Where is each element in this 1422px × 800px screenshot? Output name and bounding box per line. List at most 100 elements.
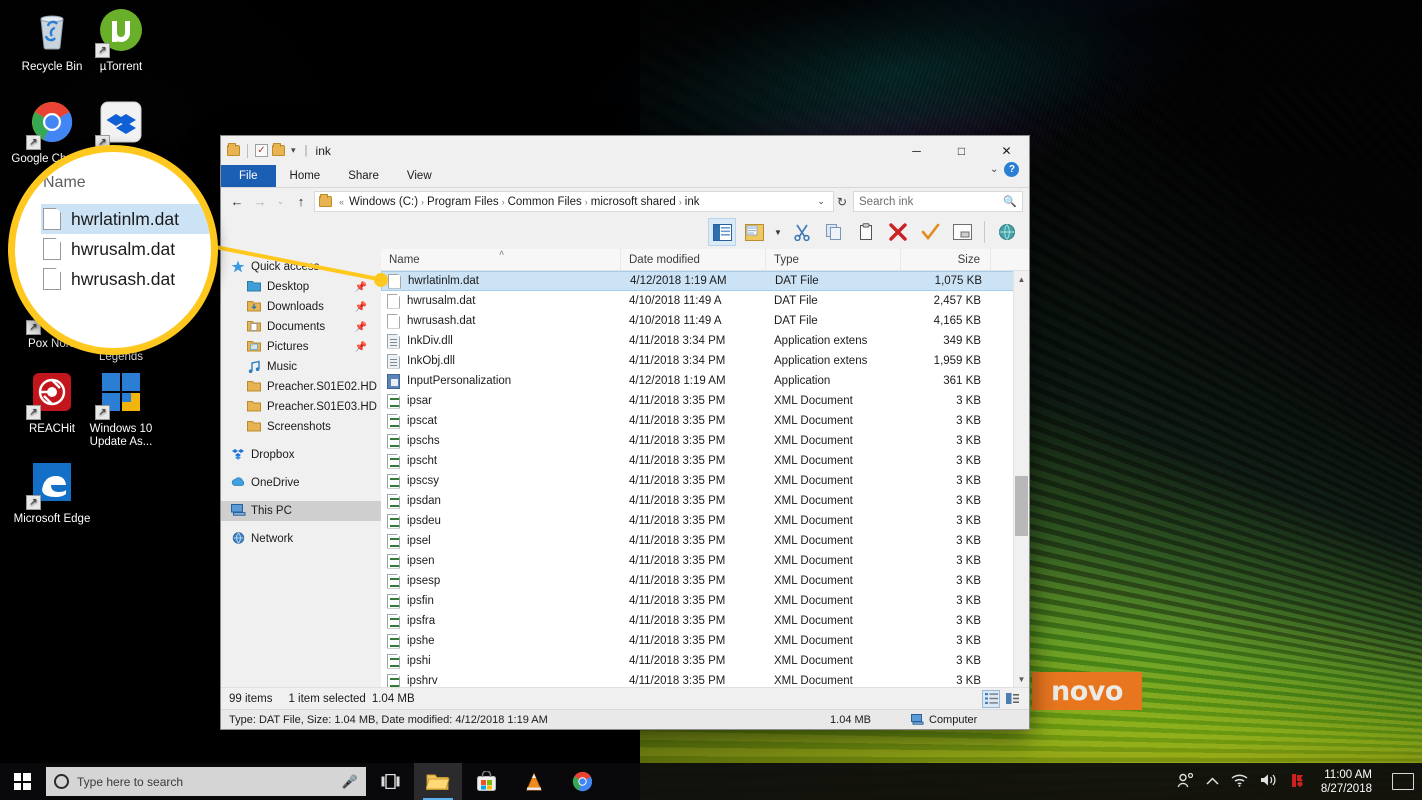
nav-pictures[interactable]: Pictures📌 bbox=[221, 337, 381, 357]
desktop-icon-windows-update-assistant[interactable]: Windows 10 Update As... bbox=[75, 370, 167, 449]
breadcrumb-dropdown-icon[interactable]: ⌄ bbox=[813, 196, 829, 207]
file-name-cell[interactable]: InkObj.dll bbox=[381, 354, 621, 369]
task-view-button[interactable] bbox=[366, 763, 414, 800]
tray-volume-icon[interactable] bbox=[1260, 773, 1277, 790]
file-name-cell[interactable]: ipsel bbox=[381, 534, 621, 549]
table-row[interactable]: ipshrv4/11/2018 3:35 PMXML Document3 KB bbox=[381, 671, 1029, 687]
table-row[interactable]: InkDiv.dll4/11/2018 3:34 PMApplication e… bbox=[381, 331, 1029, 351]
file-name-cell[interactable]: hwrusash.dat bbox=[381, 314, 621, 329]
file-name-cell[interactable]: ipscat bbox=[381, 414, 621, 429]
table-row[interactable]: ipshe4/11/2018 3:35 PMXML Document3 KB bbox=[381, 631, 1029, 651]
file-name-cell[interactable]: ipscht bbox=[381, 454, 621, 469]
taskbar-search-box[interactable]: Type here to search 🎤 bbox=[46, 767, 366, 796]
column-size[interactable]: Size bbox=[901, 249, 991, 271]
help-icon[interactable]: ? bbox=[1004, 162, 1019, 177]
refresh-icon[interactable]: ↻ bbox=[837, 195, 850, 209]
tray-show-hidden-icons[interactable] bbox=[1206, 774, 1219, 789]
tab-share[interactable]: Share bbox=[334, 165, 393, 187]
system-tray[interactable]: 11:00 AM 8/27/2018 bbox=[1177, 768, 1422, 796]
table-row[interactable]: hwrlatinlm.dat4/12/2018 1:19 AMDAT File1… bbox=[381, 271, 1029, 291]
table-row[interactable]: InkObj.dll4/11/2018 3:34 PMApplication e… bbox=[381, 351, 1029, 371]
nav-desktop[interactable]: Desktop📌 bbox=[221, 277, 381, 297]
file-list-scrollbar[interactable]: ▲ ▼ bbox=[1013, 271, 1029, 687]
table-row[interactable]: ipsen4/11/2018 3:35 PMXML Document3 KB bbox=[381, 551, 1029, 571]
globe-button[interactable] bbox=[993, 218, 1021, 246]
tab-home[interactable]: Home bbox=[276, 165, 335, 187]
search-input[interactable]: Search ink bbox=[859, 196, 913, 208]
nav-dropbox[interactable]: Dropbox bbox=[221, 445, 381, 465]
nav-onedrive[interactable]: OneDrive bbox=[221, 473, 381, 493]
back-button[interactable]: ← bbox=[227, 192, 247, 212]
tab-view[interactable]: View bbox=[393, 165, 446, 187]
nav-documents[interactable]: Documents📌 bbox=[221, 317, 381, 337]
breadcrumb-item[interactable]: microsoft shared bbox=[590, 196, 677, 208]
file-name-cell[interactable]: hwrlatinlm.dat bbox=[382, 274, 622, 289]
properties-icon[interactable]: ✓ bbox=[255, 144, 268, 157]
ribbon-help-group[interactable]: ⌄ ? bbox=[990, 162, 1019, 177]
start-button[interactable] bbox=[0, 763, 44, 800]
breadcrumb-item[interactable]: Windows (C:) bbox=[348, 196, 419, 208]
taskbar-chrome[interactable] bbox=[558, 763, 606, 800]
tray-people-icon[interactable] bbox=[1177, 773, 1194, 791]
taskbar-search-input[interactable]: Type here to search bbox=[77, 775, 334, 789]
tray-wifi-icon[interactable] bbox=[1231, 774, 1248, 790]
close-button[interactable]: ✕ bbox=[984, 136, 1029, 165]
file-name-cell[interactable]: ipsdan bbox=[381, 494, 621, 509]
nav-music[interactable]: Music bbox=[221, 357, 381, 377]
column-type[interactable]: Type bbox=[766, 249, 901, 271]
nav-screenshots[interactable]: Screenshots bbox=[221, 417, 381, 437]
customize-caret-icon[interactable]: ▾ bbox=[289, 145, 298, 156]
microphone-icon[interactable]: 🎤 bbox=[342, 774, 358, 790]
file-name-cell[interactable]: ipsar bbox=[381, 394, 621, 409]
up-button[interactable]: ↑ bbox=[291, 192, 311, 212]
command-toolbar[interactable]: ▼ bbox=[221, 215, 1029, 249]
file-name-cell[interactable]: ipshrv bbox=[381, 674, 621, 688]
breadcrumb-item[interactable]: ink bbox=[684, 196, 701, 208]
table-row[interactable]: ipsfra4/11/2018 3:35 PMXML Document3 KB bbox=[381, 611, 1029, 631]
paste-button[interactable] bbox=[852, 218, 880, 246]
navigation-pane[interactable]: Quick accessDesktop📌Downloads📌Documents📌… bbox=[221, 249, 381, 687]
file-name-cell[interactable]: ipschs bbox=[381, 434, 621, 449]
file-list[interactable]: hwrlatinlm.dat4/12/2018 1:19 AMDAT File1… bbox=[381, 271, 1029, 687]
navigation-pane-toggle-button[interactable] bbox=[708, 218, 736, 246]
delete-button[interactable] bbox=[884, 218, 912, 246]
maximize-button[interactable]: □ bbox=[939, 136, 984, 165]
rename-button[interactable] bbox=[948, 218, 976, 246]
table-row[interactable]: ipsesp4/11/2018 3:35 PMXML Document3 KB bbox=[381, 571, 1029, 591]
nav-downloads[interactable]: Downloads📌 bbox=[221, 297, 381, 317]
preview-dropdown-button[interactable]: ▼ bbox=[772, 218, 784, 246]
file-name-cell[interactable]: ipsesp bbox=[381, 574, 621, 589]
details-view-icon[interactable] bbox=[982, 690, 1000, 708]
table-row[interactable]: ipsdan4/11/2018 3:35 PMXML Document3 KB bbox=[381, 491, 1029, 511]
table-row[interactable]: ipshi4/11/2018 3:35 PMXML Document3 KB bbox=[381, 651, 1029, 671]
quick-access-toolbar[interactable]: ✓ ▾ bbox=[227, 144, 298, 158]
nav-quick-access[interactable]: Quick access bbox=[221, 257, 381, 277]
taskbar-microsoft-store[interactable] bbox=[462, 763, 510, 800]
breadcrumb-item[interactable]: Common Files bbox=[507, 196, 583, 208]
nav-preacher-s01e02[interactable]: Preacher.S01E02.HD bbox=[221, 377, 381, 397]
table-row[interactable]: ipscht4/11/2018 3:35 PMXML Document3 KB bbox=[381, 451, 1029, 471]
table-row[interactable]: hwrusash.dat4/10/2018 11:49 ADAT File4,1… bbox=[381, 311, 1029, 331]
view-mode-buttons[interactable] bbox=[982, 690, 1021, 708]
scrollbar-thumb[interactable] bbox=[1015, 476, 1028, 536]
address-bar[interactable]: ← → ⌄ ↑ « Windows (C:)›Program Files›Com… bbox=[221, 188, 1029, 215]
search-box[interactable]: Search ink 🔍 bbox=[853, 191, 1023, 212]
breadcrumb[interactable]: « Windows (C:)›Program Files›Common File… bbox=[314, 191, 834, 212]
pin-icon[interactable]: 📌 bbox=[355, 302, 367, 313]
file-rows[interactable]: hwrlatinlm.dat4/12/2018 1:19 AMDAT File1… bbox=[381, 271, 1029, 687]
table-row[interactable]: InputPersonalization4/12/2018 1:19 AMApp… bbox=[381, 371, 1029, 391]
forward-button[interactable]: → bbox=[250, 192, 270, 212]
file-name-cell[interactable]: InputPersonalization bbox=[381, 374, 621, 389]
file-name-cell[interactable]: ipsfra bbox=[381, 614, 621, 629]
table-row[interactable]: ipschs4/11/2018 3:35 PMXML Document3 KB bbox=[381, 431, 1029, 451]
cut-button[interactable] bbox=[788, 218, 816, 246]
preview-pane-button[interactable] bbox=[740, 218, 768, 246]
table-row[interactable]: ipsel4/11/2018 3:35 PMXML Document3 KB bbox=[381, 531, 1029, 551]
taskbar-clock[interactable]: 11:00 AM 8/27/2018 bbox=[1317, 768, 1376, 796]
ribbon-tab-bar[interactable]: FileHomeShareView bbox=[221, 165, 1029, 188]
table-row[interactable]: hwrusalm.dat4/10/2018 11:49 ADAT File2,4… bbox=[381, 291, 1029, 311]
file-name-cell[interactable]: ipshe bbox=[381, 634, 621, 649]
search-icon[interactable]: 🔍 bbox=[1003, 195, 1017, 208]
minimize-button[interactable]: ─ bbox=[894, 136, 939, 165]
breadcrumb-item[interactable]: Program Files bbox=[426, 196, 500, 208]
